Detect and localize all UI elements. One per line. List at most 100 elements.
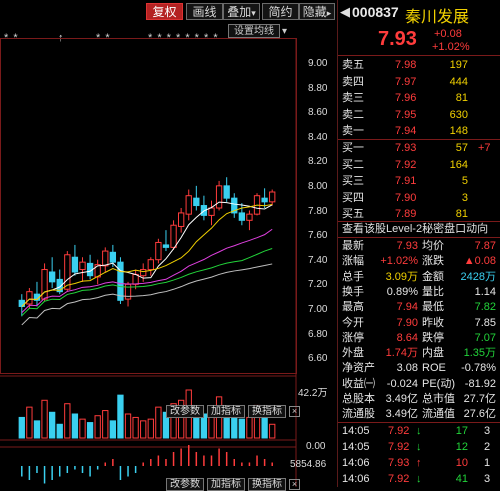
order-level-label: 买四 [342,191,364,204]
candle-body[interactable] [261,197,268,203]
order-book-row[interactable]: 卖四 7.97 444 [338,74,500,90]
tick-count: 3 [484,473,491,485]
candle-body[interactable] [41,269,48,300]
change-params-button[interactable]: 改参数 [166,404,204,418]
order-book-row[interactable]: 卖三 7.96 81 [338,90,500,106]
volume-bar [33,420,41,439]
candle-body[interactable] [117,261,124,301]
order-volume: 81 [455,92,468,104]
order-volume: 630 [449,108,468,121]
order-volume: 3 [461,191,468,204]
volume-bar [56,423,63,439]
tick-time: 14:05 [342,441,370,453]
order-level-label: 卖三 [342,92,364,104]
stat-value: 1.74万 [385,347,418,360]
candle-body[interactable] [132,273,139,285]
level2-link[interactable]: 查看该股Level-2秘密盘口动向 [342,222,488,236]
price-change: +0.08 [434,28,462,40]
stat-row: 今开 7.90 昨收 7.85 [338,315,500,331]
switch-indicator-button[interactable]: 换指标 [248,477,286,491]
stat-row: 流通股 3.49亿 流通值 27.6亿 [338,406,500,422]
candle-body[interactable] [193,197,200,207]
stat-label: 总股本 [342,393,375,405]
order-level-label: 卖五 [342,59,364,71]
add-indicator-button[interactable]: 加指标 [207,404,245,418]
candle-body[interactable] [140,269,147,277]
candle-body[interactable] [109,251,117,263]
candle-body[interactable] [238,212,246,221]
candle-body[interactable] [223,185,230,199]
order-book-row[interactable]: 买三 7.91 5 [338,173,500,189]
volume-bar [86,422,94,439]
tick-row: 14:06 7.93 ↑ 10 1 [338,455,500,471]
order-book-row[interactable]: 卖五 7.98 197 [338,57,500,73]
tick-count: 3 [484,425,491,437]
order-book-row[interactable]: 买一 7.93 57 +7 [338,140,500,156]
candle-body[interactable] [147,259,154,271]
tick-price: 7.92 [388,473,410,485]
candle-body[interactable] [162,244,170,248]
candle-body[interactable] [177,212,185,227]
stat-row: 涨停 8.64 跌停 7.07 [338,330,500,346]
set-ma-button[interactable]: 设置均线 [228,24,280,38]
candle-body[interactable] [246,213,253,221]
close-icon[interactable]: × [289,405,300,417]
candle-body[interactable] [26,291,33,305]
switch-indicator-button[interactable]: 换指标 [248,404,286,418]
stock-name: 秦川发展 [405,9,470,26]
stat-value: 27.7亿 [463,393,496,405]
tick-price: 7.92 [388,425,410,437]
tick-time: 14:06 [342,457,370,469]
arrow-down-icon: ↓ [416,441,422,453]
add-indicator-button[interactable]: 加指标 [207,477,245,491]
candle-body[interactable] [18,299,25,307]
order-book-row[interactable]: 买二 7.92 164 [338,157,500,173]
stat-row: 最新 7.93 均价 7.87 [338,238,500,254]
order-book-row[interactable]: 买五 7.89 81 [338,206,500,222]
candle-body[interactable] [269,191,276,203]
restore-rights-button[interactable]: 复权 [146,3,183,20]
hide-button[interactable]: 隐藏▸ [299,3,335,20]
stat-value: -81.92 [464,377,496,390]
order-book-row[interactable]: 买四 7.90 3 [338,190,500,206]
volume-bar [26,406,33,439]
close-icon[interactable]: × [289,478,300,490]
stat-value: 3.09万 [385,270,418,283]
order-book-row[interactable]: 卖一 7.94 148 [338,123,500,139]
stat-value: 8.64 [396,331,418,344]
kline-chart[interactable] [0,38,336,487]
stock-code: 000837 [352,4,399,20]
candle-body[interactable] [185,195,192,215]
stat-value: 7.82 [474,301,496,314]
arrow-down-icon: ↓ [416,473,422,485]
candle-body[interactable] [215,185,223,209]
order-level-label: 买五 [342,208,364,220]
stat-label: 最高 [342,301,364,314]
draw-line-button[interactable]: 画线 [186,3,223,20]
candle-body[interactable] [71,256,79,273]
candle-body[interactable] [64,254,71,290]
stat-label: 跌停 [422,331,444,344]
candle-body[interactable] [155,241,162,261]
candle-body[interactable] [208,207,215,216]
stat-label: 涨跌 [422,255,444,268]
order-price: 7.93 [395,142,417,154]
candle-body[interactable] [170,224,177,248]
order-book-row[interactable]: 卖二 7.95 630 [338,107,500,123]
stat-value: 3.49亿 [385,393,418,405]
volume-bar [124,413,132,439]
candle-body[interactable] [102,250,109,267]
simple-button[interactable]: 简约 [262,3,299,20]
stat-value: ▲0.08 [463,255,496,268]
stat-label: 总手 [342,270,364,283]
volume-zero-label: 0.00 [306,441,326,452]
volume-bar [246,416,253,439]
stat-label: 收益㈠ [342,377,375,390]
back-arrow-icon[interactable]: ◀ [340,4,350,20]
candle-body[interactable] [48,271,56,283]
overlay-button[interactable]: 叠加▾ [223,3,260,20]
chevron-down-icon[interactable]: ▾ [282,26,287,37]
change-params-button[interactable]: 改参数 [166,477,204,491]
candle-body[interactable] [79,261,86,271]
stat-value: -0.78% [461,362,496,375]
